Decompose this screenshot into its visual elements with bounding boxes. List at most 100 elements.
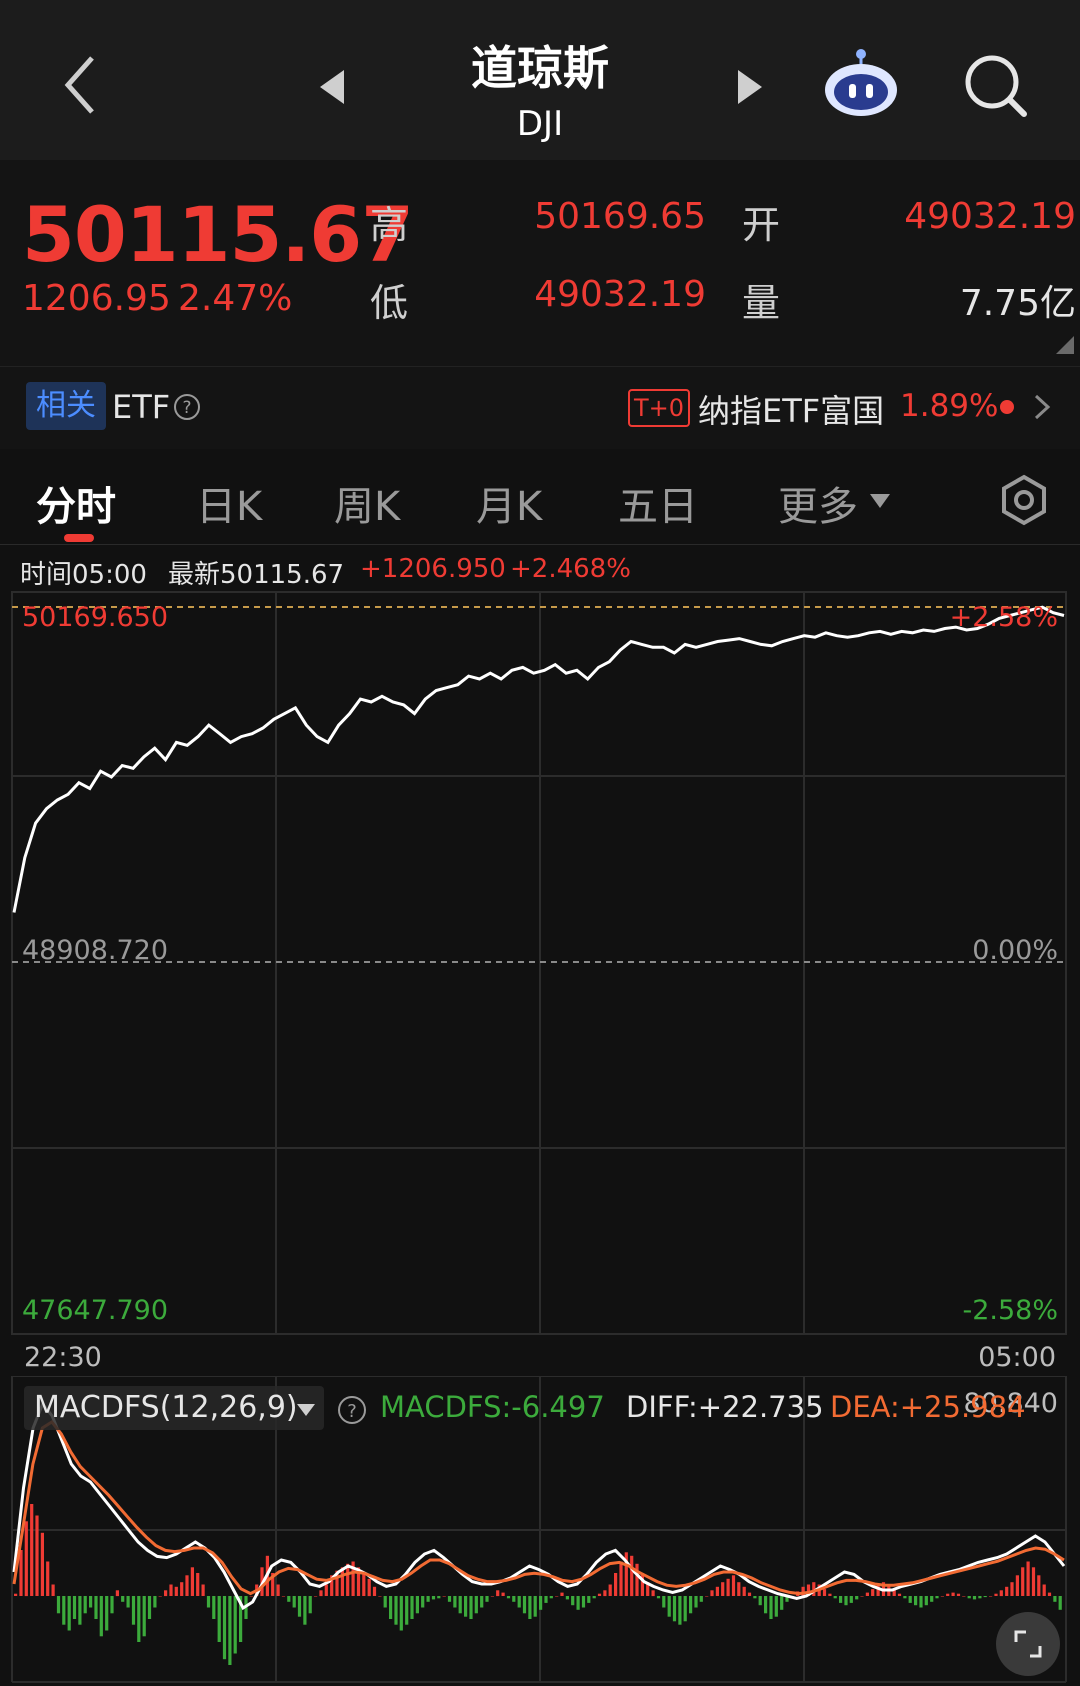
more-dropdown-arrow[interactable] [868,492,892,510]
macd-bar [597,1593,602,1596]
expand-quote-button[interactable] [1054,334,1074,354]
macd-bar [630,1555,634,1597]
search-icon [965,55,1027,117]
macd-bar [999,1590,1003,1597]
macd-bar [715,1586,719,1596]
bottom-price-label: 47647.790 [22,1295,168,1326]
macd-bar [169,1584,173,1596]
time-end-label: 05:00 [978,1342,1056,1370]
macd-bar [458,1596,462,1614]
chevron-right-icon [1034,394,1051,420]
intraday-price-chart[interactable]: 50169.650 +2.58% 48908.720 0.00% 47647.7… [0,590,1080,1370]
macd-bar [383,1596,387,1608]
chart-settings-button[interactable] [998,474,1050,526]
high-value: 50169.65 [534,196,706,237]
macd-bar [710,1590,714,1597]
low-value: 49032.19 [534,274,706,315]
macd-bar [651,1590,655,1597]
macd-bar [1047,1592,1052,1596]
macd-bar [962,1596,966,1597]
macd-bar [442,1596,446,1597]
macdfs-value: MACDFS:-6.497 [380,1390,605,1424]
triangle-down-icon [870,494,890,508]
next-index-button[interactable] [732,66,766,108]
macd-bar [764,1596,768,1614]
macd-bar [131,1596,136,1625]
macd-bar [989,1596,993,1597]
macd-bar [544,1596,548,1603]
tab-intraday[interactable]: 分时 [36,474,116,532]
open-value: 49032.19 [904,196,1076,237]
tab-daily-k[interactable]: 日K [196,474,262,532]
macd-bar [517,1596,521,1608]
tab-more[interactable]: 更多 [778,474,858,532]
search-button[interactable] [962,52,1032,122]
indicator-selector-label: MACDFS(12,26,9) [34,1390,298,1425]
fullscreen-button[interactable] [996,1612,1060,1676]
macd-bar [1031,1567,1036,1596]
macd-bar [447,1596,452,1602]
macd-bar [662,1596,666,1608]
macd-bar [1042,1584,1046,1596]
macd-bar [1053,1596,1057,1602]
low-label: 低 [370,281,409,325]
volume-value: 7.75亿 [959,283,1076,324]
macd-bar [983,1596,987,1598]
macd-bar [201,1584,205,1596]
macd-bar [206,1596,211,1608]
macd-bar [324,1584,328,1596]
macd-bar [153,1596,157,1608]
macd-bar [935,1596,939,1599]
macd-bar [389,1596,393,1619]
page-title: 道琼斯 [471,41,609,95]
macd-bar [126,1596,130,1608]
tab-weekly-k[interactable]: 周K [334,474,400,532]
tab-monthly-k[interactable]: 月K [476,474,542,532]
macd-bar [1058,1596,1062,1610]
etf-detail-button[interactable] [1028,390,1054,424]
macd-bar [549,1596,553,1599]
high-label: 高 [370,203,409,247]
macd-bar [528,1596,532,1619]
macd-bar [426,1596,430,1602]
macd-bar [51,1584,55,1596]
macd-bar [474,1596,478,1614]
macd-bar [287,1596,291,1602]
macd-bar [67,1596,71,1631]
macd-bar [121,1596,125,1602]
macd-bar [319,1590,323,1597]
volume-label: 量 [742,281,781,325]
question-circle-icon: ? [338,1396,366,1424]
macd-bar [640,1573,644,1596]
macd-bar [774,1596,778,1617]
etf-fund-name[interactable]: 纳指ETF富国 [698,386,884,432]
settings-hexagon-icon [1002,474,1046,526]
info-change-percent: +2.468% [510,554,631,584]
macd-bar [297,1596,302,1617]
macd-bar [485,1596,489,1602]
macd-bar [464,1596,468,1617]
macd-bar [480,1596,484,1608]
macd-bar [839,1596,843,1603]
macd-bar [190,1567,194,1596]
tab-five-day[interactable]: 五日 [618,474,698,532]
indicator-help-button[interactable]: ? [336,1394,368,1426]
indicator-dropdown-arrow[interactable] [296,1402,316,1416]
open-label: 开 [742,203,781,247]
current-price: 50115.67 [22,190,414,279]
macd-bar [978,1596,982,1599]
macd-bar [571,1596,575,1606]
macd-bar [555,1596,559,1597]
macd-bar [865,1592,869,1596]
macd-bar [308,1596,312,1614]
macd-bar [30,1504,34,1596]
macd-bar [603,1590,607,1597]
macd-bar [1010,1582,1014,1596]
ai-assistant-button[interactable] [822,46,900,124]
macd-bar [228,1596,232,1665]
etf-help-button[interactable]: ? [172,392,202,422]
macd-bar [142,1596,146,1637]
info-time: 时间05:00 [20,560,147,590]
macd-bar [855,1596,859,1600]
page-subtitle: DJI [516,104,564,144]
